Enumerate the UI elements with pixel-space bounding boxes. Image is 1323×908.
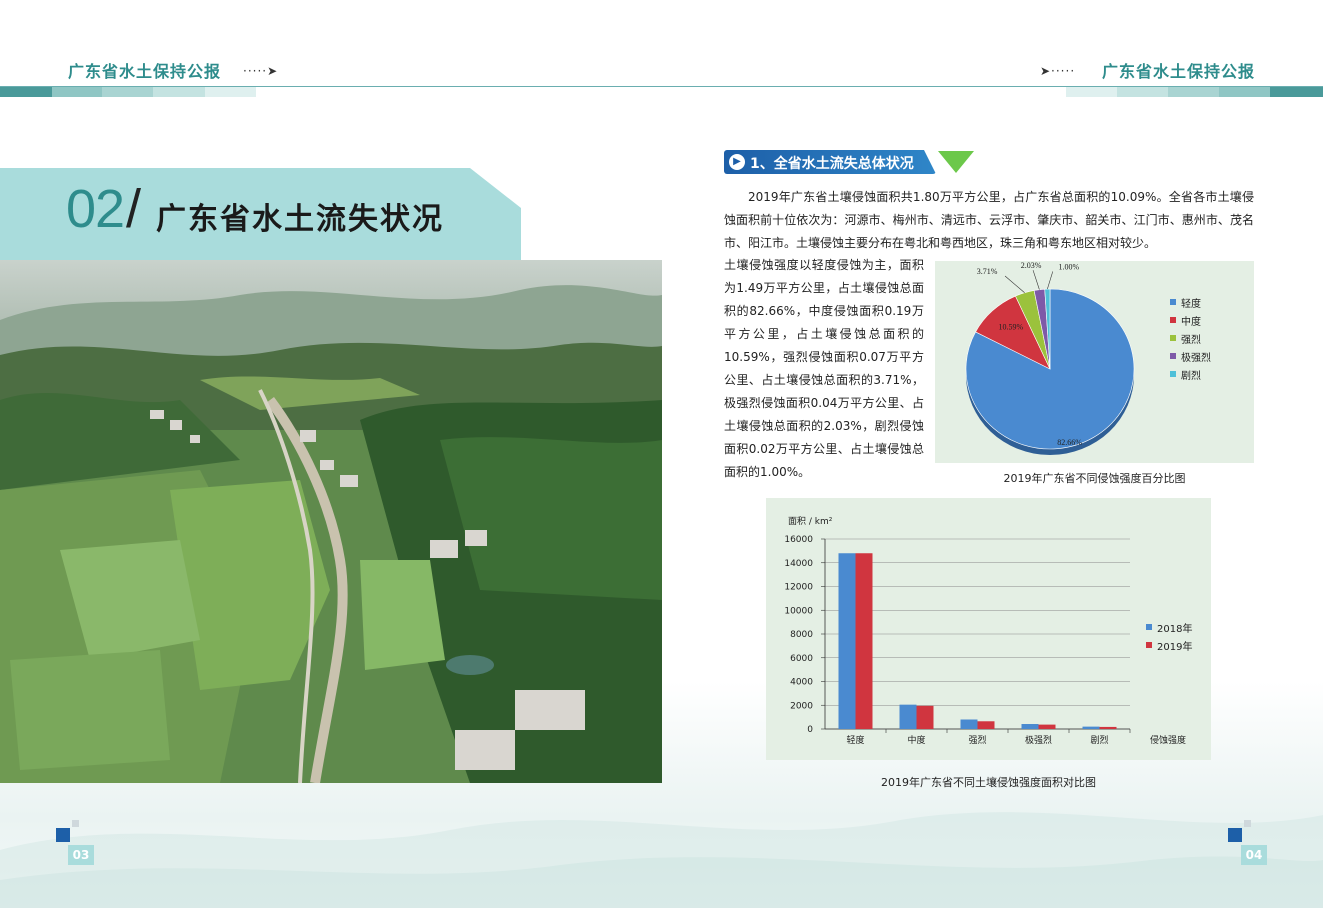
- bar-legend: 2018年 2019年: [1146, 618, 1192, 654]
- bar-chart: 面积 / km² 0 2000 4000 6000 8000 10000 12000 14000…: [784, 515, 1186, 746]
- section-title: 广东省水土流失状况: [156, 202, 444, 237]
- legend-label: 强烈: [1181, 334, 1201, 346]
- legend-label: 轻度: [1181, 298, 1201, 310]
- section-number: 02: [66, 179, 125, 239]
- page-number-right: 04: [1241, 845, 1267, 865]
- bar-1-3: [1038, 724, 1056, 729]
- bar-0-3: [1021, 724, 1039, 729]
- x-tick-label-2: 强烈: [968, 735, 986, 746]
- background-wash: [0, 812, 1323, 908]
- pie-legend-item: 中度: [1170, 311, 1211, 329]
- pie-legend: 轻度中度强烈极强烈剧烈: [1170, 293, 1211, 383]
- section-slash: /: [126, 179, 142, 239]
- y-tick-label-3: 6000: [790, 654, 813, 664]
- legend-swatch: [1170, 371, 1176, 377]
- legend-label: 2019年: [1157, 641, 1193, 653]
- y-tick-label-6: 12000: [784, 583, 813, 593]
- page-mark-small-left: [72, 820, 79, 827]
- x-axis-label: 侵蚀强度: [1150, 734, 1186, 746]
- pie-data-label-2: 3.71%: [977, 267, 998, 276]
- x-tick-label-0: 轻度: [846, 734, 864, 746]
- legend-label: 中度: [1181, 316, 1201, 328]
- bar-legend-item: 2019年: [1146, 636, 1192, 654]
- bar-1-0: [855, 553, 873, 729]
- y-tick-label-2: 4000: [790, 678, 813, 688]
- legend-label: 极强烈: [1181, 352, 1211, 364]
- bar-chart-panel: 面积 / km² 0 2000 4000 6000 8000 10000 12000 14000…: [766, 498, 1211, 760]
- legend-label: 2018年: [1157, 623, 1193, 635]
- bar-caption: 2019年广东省不同土壤侵蚀强度面积对比图: [881, 776, 1096, 789]
- y-tick-label-7: 14000: [784, 559, 813, 569]
- legend-swatch: [1170, 353, 1176, 359]
- bar-0-1: [899, 704, 917, 729]
- pie-leader-3: [1032, 270, 1040, 290]
- legend-swatch: [1170, 299, 1176, 305]
- bar-0-0: [838, 553, 856, 729]
- green-triangle-icon: [938, 151, 974, 173]
- legend-label: 剧烈: [1181, 370, 1201, 382]
- page-mark-small-right: [1244, 820, 1251, 827]
- y-tick-label-0: 0: [807, 725, 813, 735]
- pie-data-label-3: 2.03%: [1021, 261, 1042, 270]
- pie-legend-item: 剧烈: [1170, 365, 1211, 383]
- legend-swatch: [1170, 317, 1176, 323]
- body-paragraph-side: 土壤侵蚀强度以轻度侵蚀为主，面积为1.49万平方公里，占土壤侵蚀总面积的82.6…: [724, 258, 924, 479]
- page-mark-left: [56, 828, 70, 842]
- y-axis-label: 面积 / km²: [788, 515, 833, 527]
- pie-data-label-0: 82.66%: [1057, 438, 1082, 447]
- pie-chart-panel: 82.66% 10.59% 3.71% 2.03% 1.00% 轻度中度强烈极强烈剧烈: [935, 261, 1254, 463]
- header-arrow-right: ➤·····: [1040, 64, 1076, 78]
- legend-swatch: [1170, 335, 1176, 341]
- pie-legend-item: 轻度: [1170, 293, 1211, 311]
- bar-1-4: [1099, 726, 1117, 729]
- legend-swatch: [1146, 624, 1152, 630]
- y-tick-label-5: 10000: [784, 606, 813, 616]
- aerial-village-photo: [0, 260, 662, 783]
- x-tick-label-1: 中度: [907, 734, 925, 746]
- bar-0-2: [960, 719, 978, 729]
- pie-data-label-1: 10.59%: [998, 322, 1023, 331]
- pie-data-label-4: 1.00%: [1058, 262, 1079, 271]
- legend-swatch: [1146, 642, 1152, 648]
- pie-leader-4: [1047, 271, 1054, 290]
- x-tick-label-3: 极强烈: [1025, 734, 1052, 746]
- header-title-left: 广东省水土保持公报: [68, 62, 222, 81]
- body-paragraph-main: 2019年广东省土壤侵蚀面积共1.80万平方公里，占广东省总面积的10.09%。…: [724, 190, 1254, 250]
- bar-1-2: [977, 721, 995, 729]
- header-arrow-left: ·····➤: [243, 64, 279, 78]
- play-circle-icon: ▶: [729, 154, 745, 170]
- y-tick-label-1: 2000: [790, 701, 813, 711]
- subsection-title: 1、全省水土流失总体状况: [750, 156, 914, 172]
- page-mark-right: [1228, 828, 1242, 842]
- y-tick-label-8: 16000: [784, 535, 813, 545]
- page-number-left: 03: [68, 845, 94, 865]
- header-title-right: 广东省水土保持公报: [1101, 62, 1255, 81]
- bar-legend-item: 2018年: [1146, 618, 1192, 636]
- pie-caption: 2019年广东省不同侵蚀强度百分比图: [1003, 472, 1186, 485]
- y-tick-label-4: 8000: [790, 630, 813, 640]
- bar-0-4: [1082, 726, 1100, 729]
- x-tick-label-4: 剧烈: [1090, 735, 1108, 746]
- bar-1-1: [916, 705, 934, 729]
- pie-leader-2: [1004, 275, 1025, 293]
- pie-legend-item: 强烈: [1170, 329, 1211, 347]
- pie-legend-item: 极强烈: [1170, 347, 1211, 365]
